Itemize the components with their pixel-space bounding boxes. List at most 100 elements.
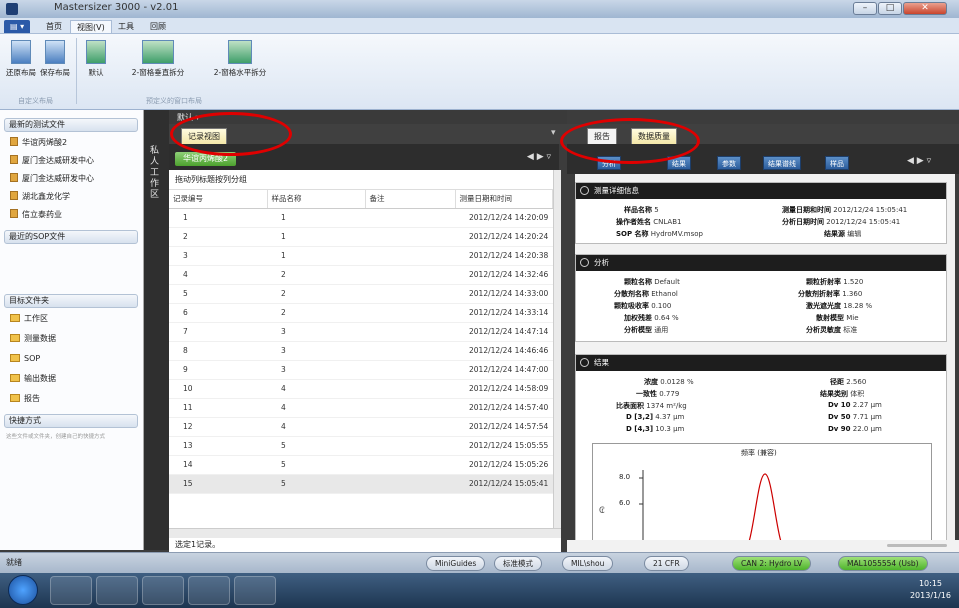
column-header-notes[interactable]: 备注 [365, 190, 456, 209]
instrument-status-button[interactable]: MAL1055554 (Usb) [838, 556, 928, 571]
save-layout-button[interactable]: 保存布局 [38, 40, 72, 78]
table-cell [365, 341, 455, 361]
folder-item-reports[interactable]: 报告 [10, 392, 40, 406]
report-tool-result-spectrum[interactable]: 结果谱线 [763, 156, 801, 170]
recent-test-item[interactable]: 厦门金达威研发中心 [10, 172, 94, 186]
table-cell: 3 [169, 246, 267, 266]
user-button[interactable]: MIL\shou [562, 556, 614, 571]
table-row[interactable]: 5 2 2012/12/24 14:33:00 [169, 284, 553, 304]
table-row[interactable]: 15 5 2012/12/24 15:05:41 [169, 474, 553, 494]
table-cell [365, 398, 455, 418]
zoom-slider[interactable] [887, 544, 947, 547]
recent-test-item[interactable]: 湖北鑫龙化学 [10, 190, 70, 204]
table-cell: 14 [169, 455, 267, 475]
record-nav-arrows[interactable]: ◀ ▶ ▿ [527, 152, 551, 162]
table-cell: 2 [267, 303, 365, 323]
table-vertical-scrollbar[interactable] [553, 170, 561, 528]
mode-button[interactable]: 标准模式 [494, 556, 542, 571]
measurement-details-header[interactable]: 测量详细信息 [576, 183, 946, 199]
table-row[interactable]: 7 3 2012/12/24 14:47:14 [169, 322, 553, 342]
table-row[interactable]: 14 5 2012/12/24 15:05:26 [169, 455, 553, 475]
table-row[interactable]: 10 4 2012/12/24 14:58:09 [169, 379, 553, 399]
status-bar: 就绪 MiniGuides 标准模式 MIL\shou 21 CFR CAN 2… [0, 552, 959, 573]
column-header-measure-time[interactable]: 测量日期和时间 [455, 190, 553, 209]
minimize-button[interactable]: – [853, 2, 877, 15]
folder-item-workspace[interactable]: 工作区 [10, 312, 48, 326]
split-horizontal-button[interactable]: 2-窗格水平拆分 [204, 40, 276, 78]
analysis-header[interactable]: 分析 [576, 255, 946, 271]
taskbar-word-icon[interactable] [234, 576, 276, 605]
title-bar: Mastersizer 3000 - v2.01 – □ ✕ [0, 0, 959, 18]
file-icon [10, 137, 18, 146]
shortcuts-header[interactable]: 快捷方式 [4, 414, 138, 428]
table-cell: 2012/12/24 14:20:38 [455, 246, 553, 266]
table-row[interactable]: 8 3 2012/12/24 14:46:46 [169, 341, 553, 361]
annotation-ellipse [560, 118, 700, 164]
table-row[interactable]: 11 4 2012/12/24 14:57:40 [169, 398, 553, 418]
report-tool-sample[interactable]: 样品 [825, 156, 849, 170]
file-icon [10, 209, 18, 218]
table-row[interactable]: 13 5 2012/12/24 15:05:55 [169, 436, 553, 456]
default-layout-button[interactable]: 默认 [82, 40, 110, 78]
tab-review[interactable]: 回顾 [144, 20, 172, 33]
report-nav-arrows[interactable]: ◀ ▶ ▿ [907, 156, 931, 166]
column-header-sample-name[interactable]: 样品名称 [267, 190, 366, 209]
column-header-record-number[interactable]: 记录编号 [169, 190, 268, 209]
table-row[interactable]: 3 1 2012/12/24 14:20:38 [169, 246, 553, 266]
results-header[interactable]: 结果 [576, 355, 946, 371]
restore-layout-button[interactable]: 还原布局 [6, 40, 36, 78]
start-button[interactable] [8, 575, 38, 605]
group-label-custom-layout: 自定义布局 [18, 97, 53, 105]
table-cell: 5 [267, 436, 365, 456]
folder-icon [10, 354, 20, 362]
maximize-button[interactable]: □ [878, 2, 902, 15]
close-button[interactable]: ✕ [903, 2, 947, 15]
table-row[interactable]: 2 1 2012/12/24 14:20:24 [169, 227, 553, 247]
folder-item-sop[interactable]: SOP [10, 352, 40, 366]
group-by-hint: 拖动列标题按列分组 [169, 170, 559, 190]
table-cell: 2012/12/24 15:05:26 [455, 455, 553, 475]
table-cell: 2012/12/24 14:33:00 [455, 284, 553, 304]
miniguides-button[interactable]: MiniGuides [426, 556, 486, 571]
navigation-pane: 最新的测试文件 华谊丙烯酸2 厦门金达威研发中心 厦门金达威研发中心 湖北鑫龙化… [0, 110, 144, 550]
table-cell: 12 [169, 417, 267, 437]
taskbar-explorer-icon[interactable] [50, 576, 92, 605]
table-row[interactable]: 9 3 2012/12/24 14:47:00 [169, 360, 553, 380]
table-cell: 11 [169, 398, 267, 418]
tab-dropdown-icon[interactable]: ▾ [551, 128, 556, 138]
table-cell: 8 [169, 341, 267, 361]
table-row[interactable]: 6 2 2012/12/24 14:33:14 [169, 303, 553, 323]
recent-sop-header[interactable]: 最近的SOP文件 [4, 230, 138, 244]
recent-tests-header[interactable]: 最新的测试文件 [4, 118, 138, 132]
taskbar-photo-icon[interactable] [188, 576, 230, 605]
table-cell: 6 [169, 303, 267, 323]
tab-view[interactable]: 视图(V) [70, 20, 112, 33]
recent-test-item[interactable]: 厦门金达威研发中心 [10, 154, 94, 168]
tab-tools[interactable]: 工具 [112, 20, 140, 33]
table-cell: 15 [169, 474, 267, 494]
folder-item-output[interactable]: 输出数据 [10, 372, 56, 386]
taskbar-ie-icon[interactable] [96, 576, 138, 605]
recent-test-item[interactable]: 信立泰药业 [10, 208, 62, 222]
table-cell [365, 208, 455, 228]
report-tool-parameters[interactable]: 参数 [717, 156, 741, 170]
table-horizontal-scrollbar[interactable] [169, 528, 561, 538]
application-menu-button[interactable]: ▤ ▾ [4, 20, 31, 33]
table-row[interactable]: 1 1 2012/12/24 14:20:09 [169, 208, 553, 228]
cfr-button[interactable]: 21 CFR [644, 556, 689, 571]
system-clock[interactable]: 10:15 2013/1/16 [910, 578, 951, 602]
target-folder-header[interactable]: 目标文件夹 [4, 294, 138, 308]
table-cell [365, 360, 455, 380]
report-body: 测量详细信息 样品名称 5 操作者姓名 CNLAB1 SOP 名称 HydroM… [575, 174, 955, 540]
table-row[interactable]: 12 4 2012/12/24 14:57:54 [169, 417, 553, 437]
folder-item-measurements[interactable]: 测量数据 [10, 332, 56, 346]
recent-test-item[interactable]: 华谊丙烯酸2 [10, 136, 67, 150]
tab-home[interactable]: 首页 [40, 20, 68, 33]
app-logo-icon [6, 3, 18, 15]
taskbar-app-icon[interactable] [142, 576, 184, 605]
accessory-status-button[interactable]: CAN 2: Hydro LV [732, 556, 812, 571]
split-vertical-button[interactable]: 2-窗格垂直拆分 [112, 40, 204, 78]
ribbon-tab-bar: ▤ ▾ 首页 视图(V) 工具 回顾 [0, 18, 959, 34]
table-row[interactable]: 4 2 2012/12/24 14:32:46 [169, 265, 553, 285]
selection-status: 选定1记录。 [169, 538, 561, 552]
